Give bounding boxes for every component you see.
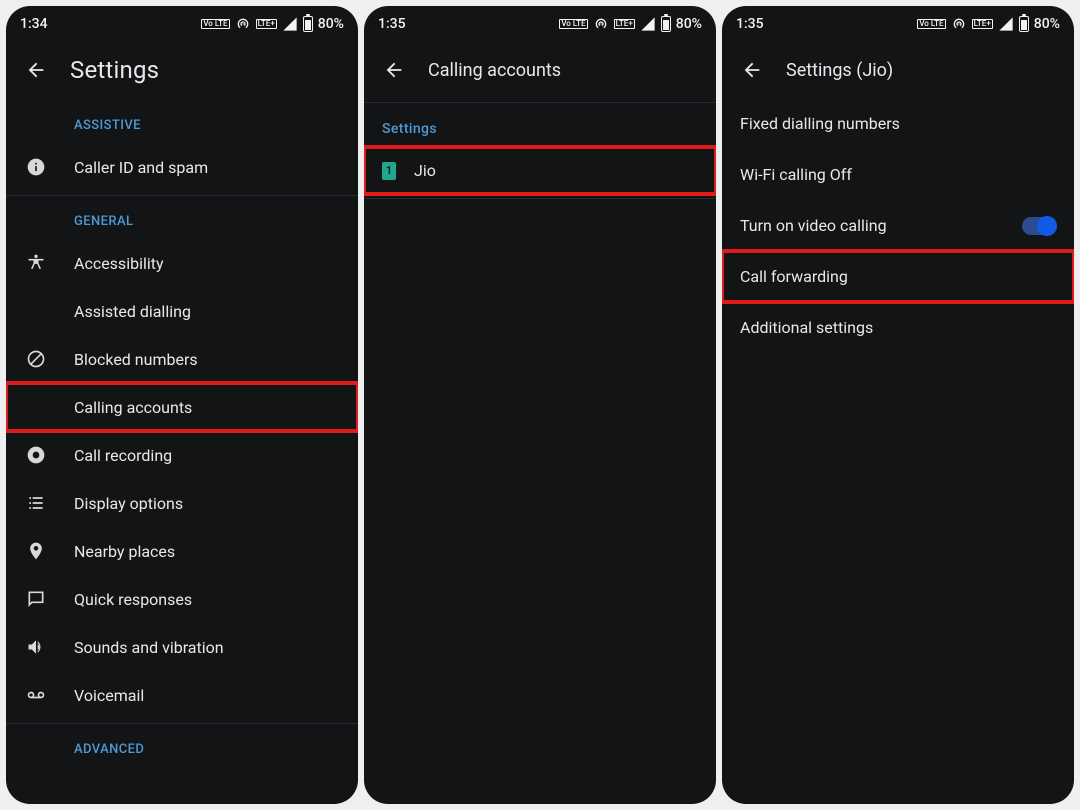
section-settings: Settings (364, 107, 716, 147)
volte-icon: Vo LTE (559, 19, 587, 29)
screen-sim-settings: 1:35 Vo LTE LTE+ 80% Settings (Jio) Fixe… (722, 6, 1074, 804)
settings-list: ASSISTIVE Caller ID and spam GENERAL Acc… (6, 104, 358, 804)
label: Nearby places (74, 542, 175, 561)
label: Call recording (74, 446, 172, 465)
appbar: Settings (6, 42, 358, 104)
record-icon (24, 445, 48, 465)
voicemail-icon (24, 685, 48, 705)
label: Blocked numbers (74, 350, 198, 369)
section-advanced: ADVANCED (6, 728, 358, 767)
video-calling-toggle[interactable] (1022, 217, 1056, 235)
item-additional-settings[interactable]: Additional settings (722, 302, 1074, 353)
item-call-recording[interactable]: Call recording (6, 431, 358, 479)
statusbar: 1:34 Vo LTE LTE+ 80% (6, 6, 358, 42)
section-assistive: ASSISTIVE (6, 104, 358, 143)
label: Accessibility (74, 254, 164, 273)
accessibility-icon (24, 253, 48, 273)
label: Call forwarding (740, 267, 848, 286)
status-icons: Vo LTE LTE+ 80% (559, 16, 702, 32)
signal-icon (640, 16, 656, 32)
chat-icon (24, 589, 48, 609)
item-blocked-numbers[interactable]: Blocked numbers (6, 335, 358, 383)
item-assisted-dialling[interactable]: Assisted dialling (6, 287, 358, 335)
lte-icon: LTE+ (256, 19, 277, 29)
block-icon (24, 349, 48, 369)
page-title: Settings (Jio) (786, 60, 893, 81)
label: Turn on video calling (740, 216, 887, 235)
back-button[interactable] (24, 58, 48, 82)
sublabel: Off (830, 165, 852, 184)
page-title: Calling accounts (428, 60, 561, 81)
appbar: Calling accounts (364, 42, 716, 98)
status-icons: Vo LTE LTE+ 80% (201, 16, 344, 32)
section-general: GENERAL (6, 200, 358, 239)
item-sounds-vibration[interactable]: Sounds and vibration (6, 623, 358, 671)
accounts-list: Settings 1 Jio (364, 107, 716, 804)
page-title: Settings (70, 56, 159, 84)
label: Sounds and vibration (74, 638, 224, 657)
volte-icon: Vo LTE (917, 19, 945, 29)
label: Display options (74, 494, 183, 513)
label: Wi-Fi calling (740, 165, 826, 184)
location-icon (24, 541, 48, 561)
item-fixed-dialling[interactable]: Fixed dialling numbers (722, 98, 1074, 149)
item-accessibility[interactable]: Accessibility (6, 239, 358, 287)
divider (364, 198, 716, 199)
item-quick-responses[interactable]: Quick responses (6, 575, 358, 623)
lte-icon: LTE+ (614, 19, 635, 29)
item-calling-accounts[interactable]: Calling accounts (6, 383, 358, 431)
hotspot-icon (593, 16, 609, 32)
battery-percent: 80% (676, 16, 702, 32)
back-button[interactable] (740, 58, 764, 82)
screen-settings: 1:34 Vo LTE LTE+ 80% Settings ASSISTIVE … (6, 6, 358, 804)
sim-slot-icon: 1 (382, 162, 396, 180)
battery-percent: 80% (318, 16, 344, 32)
item-video-calling[interactable]: Turn on video calling (722, 200, 1074, 251)
clock: 1:35 (736, 16, 764, 32)
label: Voicemail (74, 686, 144, 705)
item-caller-id[interactable]: Caller ID and spam (6, 143, 358, 191)
clock: 1:35 (378, 16, 406, 32)
appbar: Settings (Jio) (722, 42, 1074, 98)
info-icon (24, 157, 48, 177)
list-icon (24, 493, 48, 513)
lte-icon: LTE+ (972, 19, 993, 29)
divider (364, 102, 716, 103)
label: Calling accounts (74, 398, 192, 417)
screen-calling-accounts: 1:35 Vo LTE LTE+ 80% Calling accounts Se… (364, 6, 716, 804)
battery-percent: 80% (1034, 16, 1060, 32)
battery-icon (303, 16, 313, 32)
hotspot-icon (235, 16, 251, 32)
label: Assisted dialling (74, 302, 191, 321)
label: Caller ID and spam (74, 158, 208, 177)
item-nearby-places[interactable]: Nearby places (6, 527, 358, 575)
sim-account-jio[interactable]: 1 Jio (364, 147, 716, 194)
battery-icon (661, 16, 671, 32)
battery-icon (1019, 16, 1029, 32)
statusbar: 1:35 Vo LTE LTE+ 80% (364, 6, 716, 42)
sim-settings-list: Fixed dialling numbers Wi-Fi calling Off… (722, 98, 1074, 804)
divider (6, 195, 358, 196)
statusbar: 1:35 Vo LTE LTE+ 80% (722, 6, 1074, 42)
label: Fixed dialling numbers (740, 114, 900, 133)
label: Quick responses (74, 590, 192, 609)
signal-icon (998, 16, 1014, 32)
clock: 1:34 (20, 16, 48, 32)
hotspot-icon (951, 16, 967, 32)
sim-name: Jio (414, 161, 436, 180)
label: Additional settings (740, 318, 873, 337)
signal-icon (282, 16, 298, 32)
item-call-forwarding[interactable]: Call forwarding (722, 251, 1074, 302)
volume-icon (24, 637, 48, 657)
item-wifi-calling[interactable]: Wi-Fi calling Off (722, 149, 1074, 200)
item-display-options[interactable]: Display options (6, 479, 358, 527)
back-button[interactable] (382, 58, 406, 82)
status-icons: Vo LTE LTE+ 80% (917, 16, 1060, 32)
divider (6, 723, 358, 724)
volte-icon: Vo LTE (201, 19, 229, 29)
item-voicemail[interactable]: Voicemail (6, 671, 358, 719)
